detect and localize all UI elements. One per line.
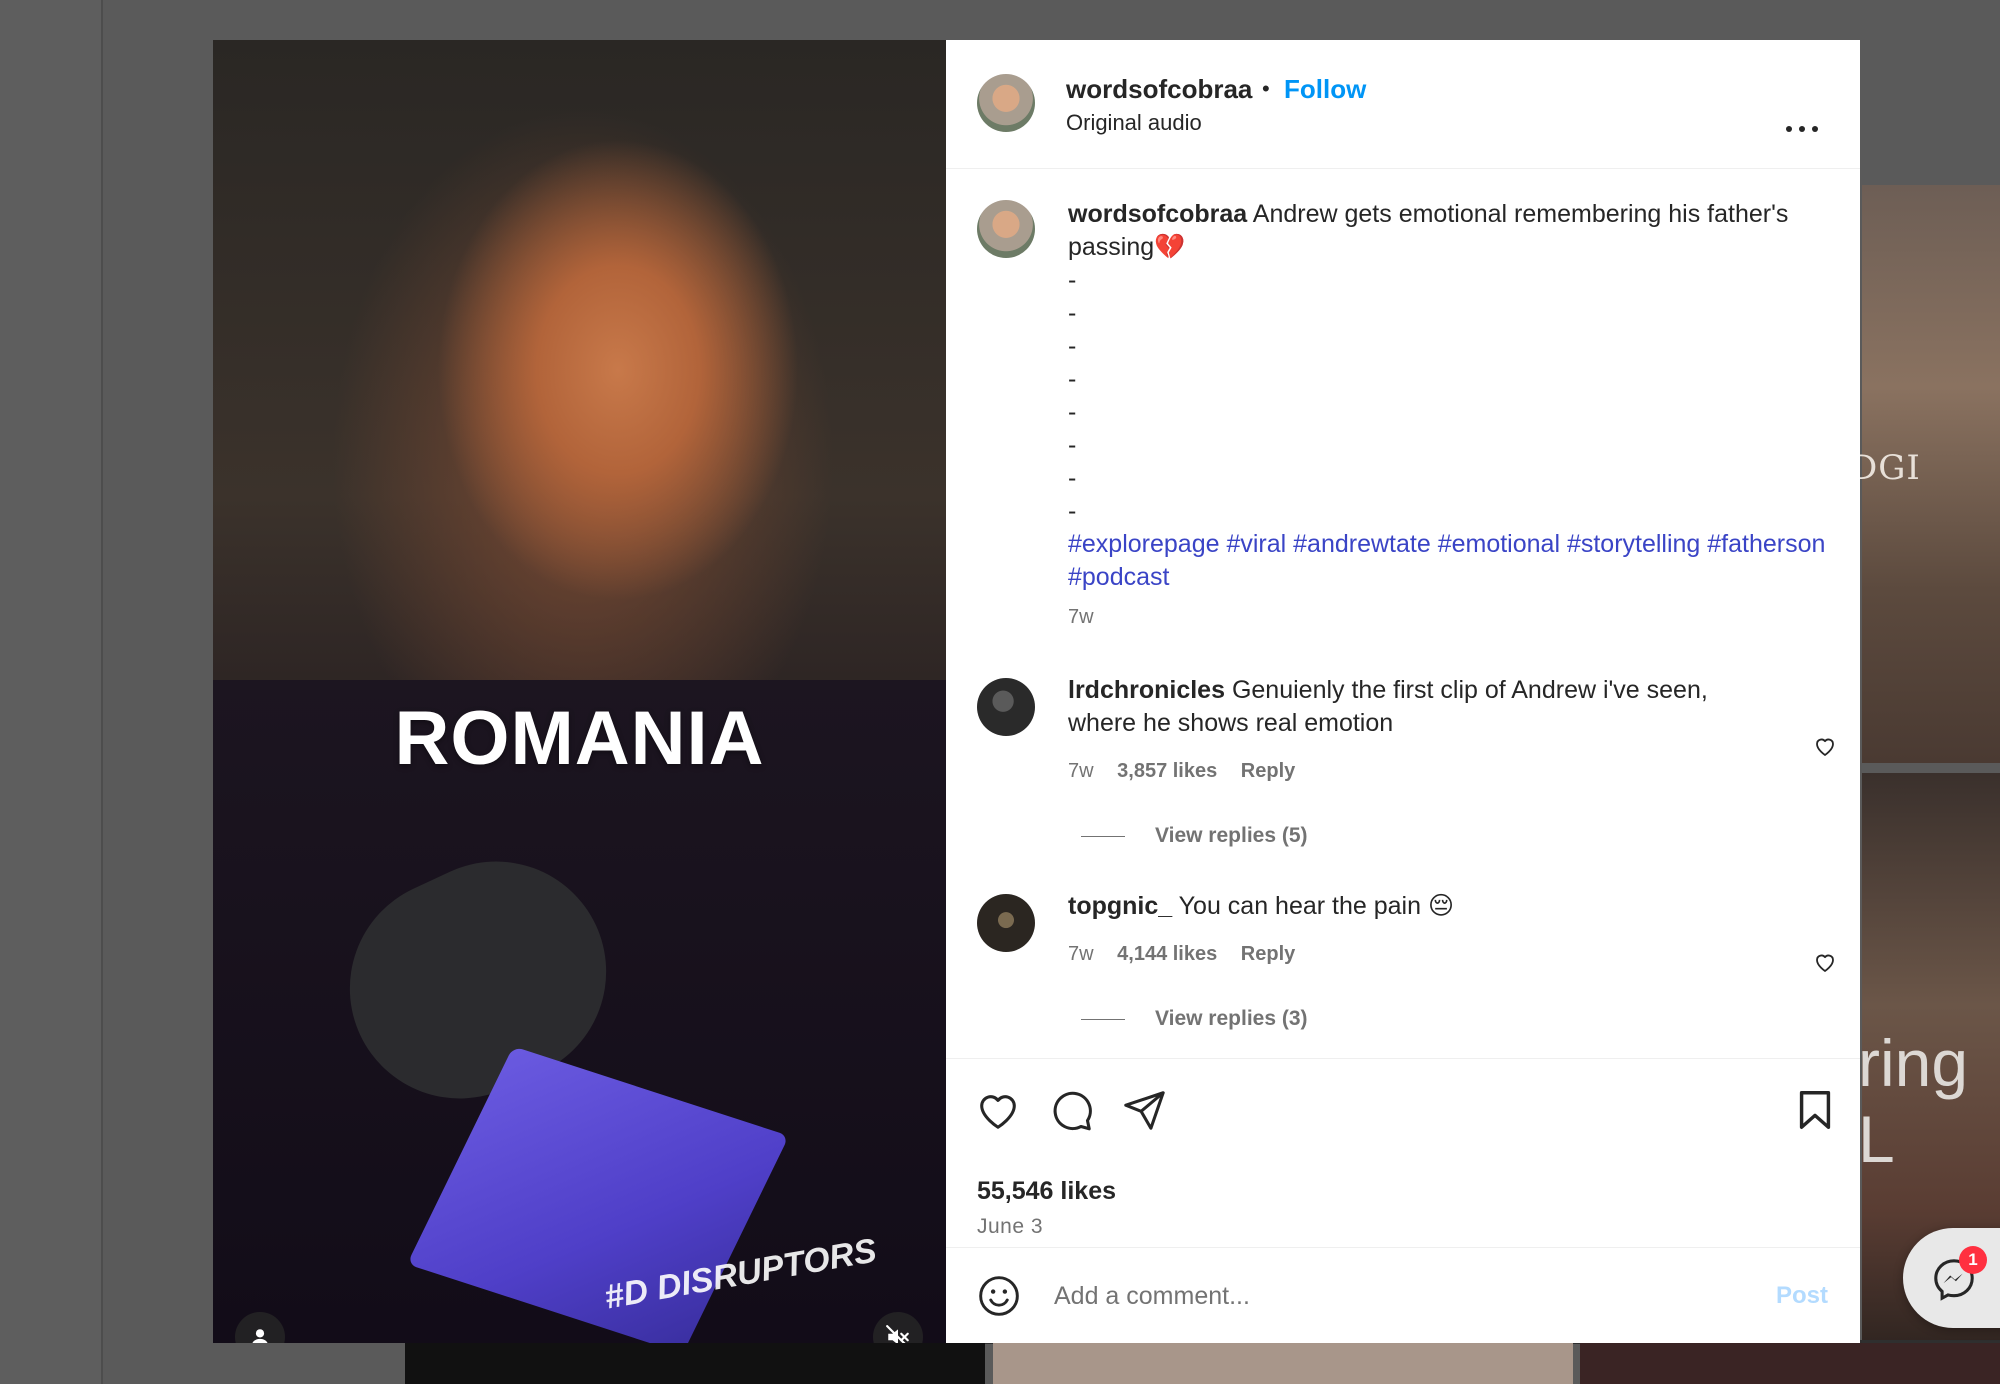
avatar[interactable] — [977, 894, 1035, 952]
view-replies-button[interactable]: View replies (3) — [1081, 1007, 1308, 1031]
more-options-button[interactable] — [1786, 126, 1818, 134]
reply-button[interactable]: Reply — [1241, 943, 1295, 965]
caption-dash: - — [1068, 497, 1077, 525]
separator-dot: • — [1262, 76, 1270, 101]
replies-divider — [1081, 835, 1125, 837]
comment-text: You can hear the pain 😔 — [1178, 892, 1455, 920]
caption-hashtags[interactable]: #explorepage #viral #andrewtate #emotion… — [1068, 530, 1825, 591]
post-date: June 3 — [977, 1215, 1044, 1238]
post-caption: wordsofcobraa Andrew gets emotional reme… — [1068, 198, 1828, 594]
add-comment-bar: Post — [946, 1247, 1860, 1344]
emoji-icon[interactable] — [977, 1274, 1021, 1318]
caption-dash: - — [1068, 398, 1077, 426]
comment-like-heart-icon[interactable] — [1813, 734, 1837, 758]
comment-text-block: topgnic_ You can hear the pain 😔 — [1068, 890, 1768, 923]
comment-text-block: lrdchronicles Genuienly the first clip o… — [1068, 674, 1768, 740]
audio-link[interactable]: Original audio — [1066, 110, 1202, 136]
avatar[interactable] — [977, 678, 1035, 736]
bookmark-icon[interactable] — [1792, 1087, 1838, 1133]
comment-username[interactable]: topgnic_ — [1068, 892, 1172, 920]
more-horizontal-icon — [1812, 126, 1818, 132]
comment-likes[interactable]: 4,144 likes — [1117, 943, 1217, 965]
background-tile-text: ring L — [1858, 1026, 1969, 1176]
comment-like-heart-icon[interactable] — [1813, 950, 1837, 974]
caption-dash: - — [1068, 365, 1077, 393]
background-tile[interactable] — [993, 1343, 1573, 1384]
notification-badge: 1 — [1959, 1246, 1987, 1274]
avatar[interactable] — [977, 200, 1035, 258]
comment-icon[interactable] — [1048, 1087, 1094, 1133]
caption-dash: - — [1068, 464, 1077, 492]
caption-username[interactable]: wordsofcobraa — [1068, 200, 1247, 228]
comment-meta: 7w 3,857 likes Reply — [1068, 760, 1295, 783]
comment-username[interactable]: lrdchronicles — [1068, 676, 1225, 704]
more-horizontal-icon — [1799, 126, 1805, 132]
post-comment-button[interactable]: Post — [1776, 1282, 1828, 1310]
caption-dash: - — [1068, 431, 1077, 459]
more-horizontal-icon — [1786, 126, 1792, 132]
video-overlay-text: ROMANIA — [394, 696, 765, 781]
post-details-panel: wordsofcobraa • Follow Original audio wo… — [946, 40, 1860, 1343]
post-modal: #D DISRUPTORS ROMANIA wordsofcobraa • Fo… — [213, 40, 1860, 1343]
send-icon[interactable] — [1121, 1087, 1167, 1133]
likes-count[interactable]: 55,546 likes — [977, 1177, 1116, 1206]
view-replies-label: View replies (5) — [1155, 824, 1308, 847]
caption-dash: - — [1068, 266, 1077, 294]
follow-button[interactable]: Follow — [1284, 74, 1366, 105]
comment-timestamp[interactable]: 7w — [1068, 943, 1094, 965]
reply-button[interactable]: Reply — [1241, 760, 1295, 782]
heart-icon[interactable] — [975, 1087, 1021, 1133]
avatar[interactable] — [977, 74, 1035, 132]
post-author-username[interactable]: wordsofcobraa — [1066, 74, 1252, 105]
background-tile[interactable] — [1580, 1343, 2000, 1384]
comment-likes[interactable]: 3,857 likes — [1117, 760, 1217, 782]
background-tile[interactable] — [405, 1343, 985, 1384]
reel-video[interactable]: #D DISRUPTORS ROMANIA — [213, 40, 946, 1343]
comment-input[interactable] — [1052, 1270, 1756, 1322]
replies-divider — [1081, 1018, 1125, 1020]
post-header: wordsofcobraa • Follow Original audio — [946, 40, 1860, 169]
user-icon — [252, 1329, 268, 1343]
caption-dash: - — [1068, 299, 1077, 327]
view-replies-label: View replies (3) — [1155, 1007, 1308, 1030]
caption-timestamp[interactable]: 7w — [1068, 606, 1094, 629]
view-replies-button[interactable]: View replies (5) — [1081, 824, 1308, 848]
comment-meta: 7w 4,144 likes Reply — [1068, 943, 1295, 966]
background-tile-text: DGI — [1850, 448, 1921, 488]
speaker-muted-icon — [886, 1325, 909, 1343]
comment-timestamp[interactable]: 7w — [1068, 760, 1094, 782]
caption-dash: - — [1068, 332, 1077, 360]
messages-button[interactable]: 1 — [1903, 1228, 2000, 1328]
